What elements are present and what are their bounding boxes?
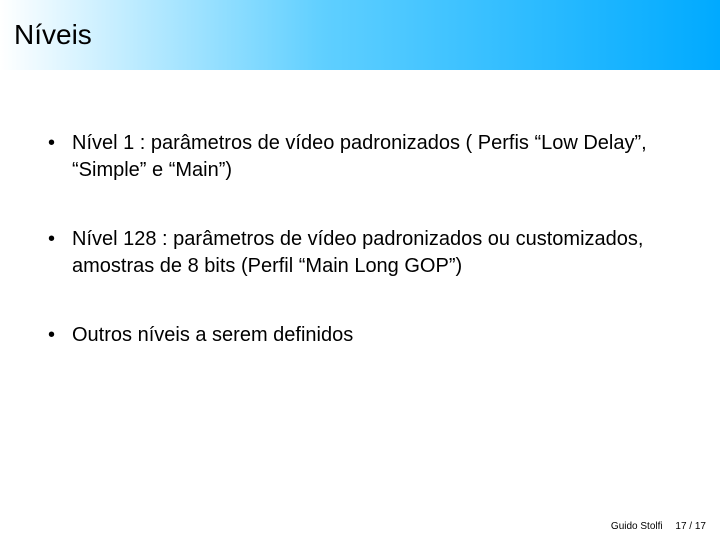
bullet-text: Nível 1 : parâmetros de vídeo padronizad… bbox=[72, 132, 647, 181]
list-item: Nível 128 : parâmetros de vídeo padroniz… bbox=[42, 226, 678, 280]
bullet-list: Nível 1 : parâmetros de vídeo padronizad… bbox=[42, 130, 678, 349]
footer-page-number: 17 / 17 bbox=[675, 521, 706, 532]
slide-footer: Guido Stolfi 17 / 17 bbox=[611, 521, 706, 532]
bullet-text: Nível 128 : parâmetros de vídeo padroniz… bbox=[72, 228, 643, 277]
slide-title: Níveis bbox=[14, 19, 92, 51]
list-item: Nível 1 : parâmetros de vídeo padronizad… bbox=[42, 130, 678, 184]
list-item: Outros níveis a serem definidos bbox=[42, 322, 678, 349]
title-bar: Níveis bbox=[0, 0, 720, 70]
bullet-text: Outros níveis a serem definidos bbox=[72, 324, 353, 346]
footer-author: Guido Stolfi bbox=[611, 521, 663, 532]
slide-content: Nível 1 : parâmetros de vídeo padronizad… bbox=[0, 70, 720, 349]
